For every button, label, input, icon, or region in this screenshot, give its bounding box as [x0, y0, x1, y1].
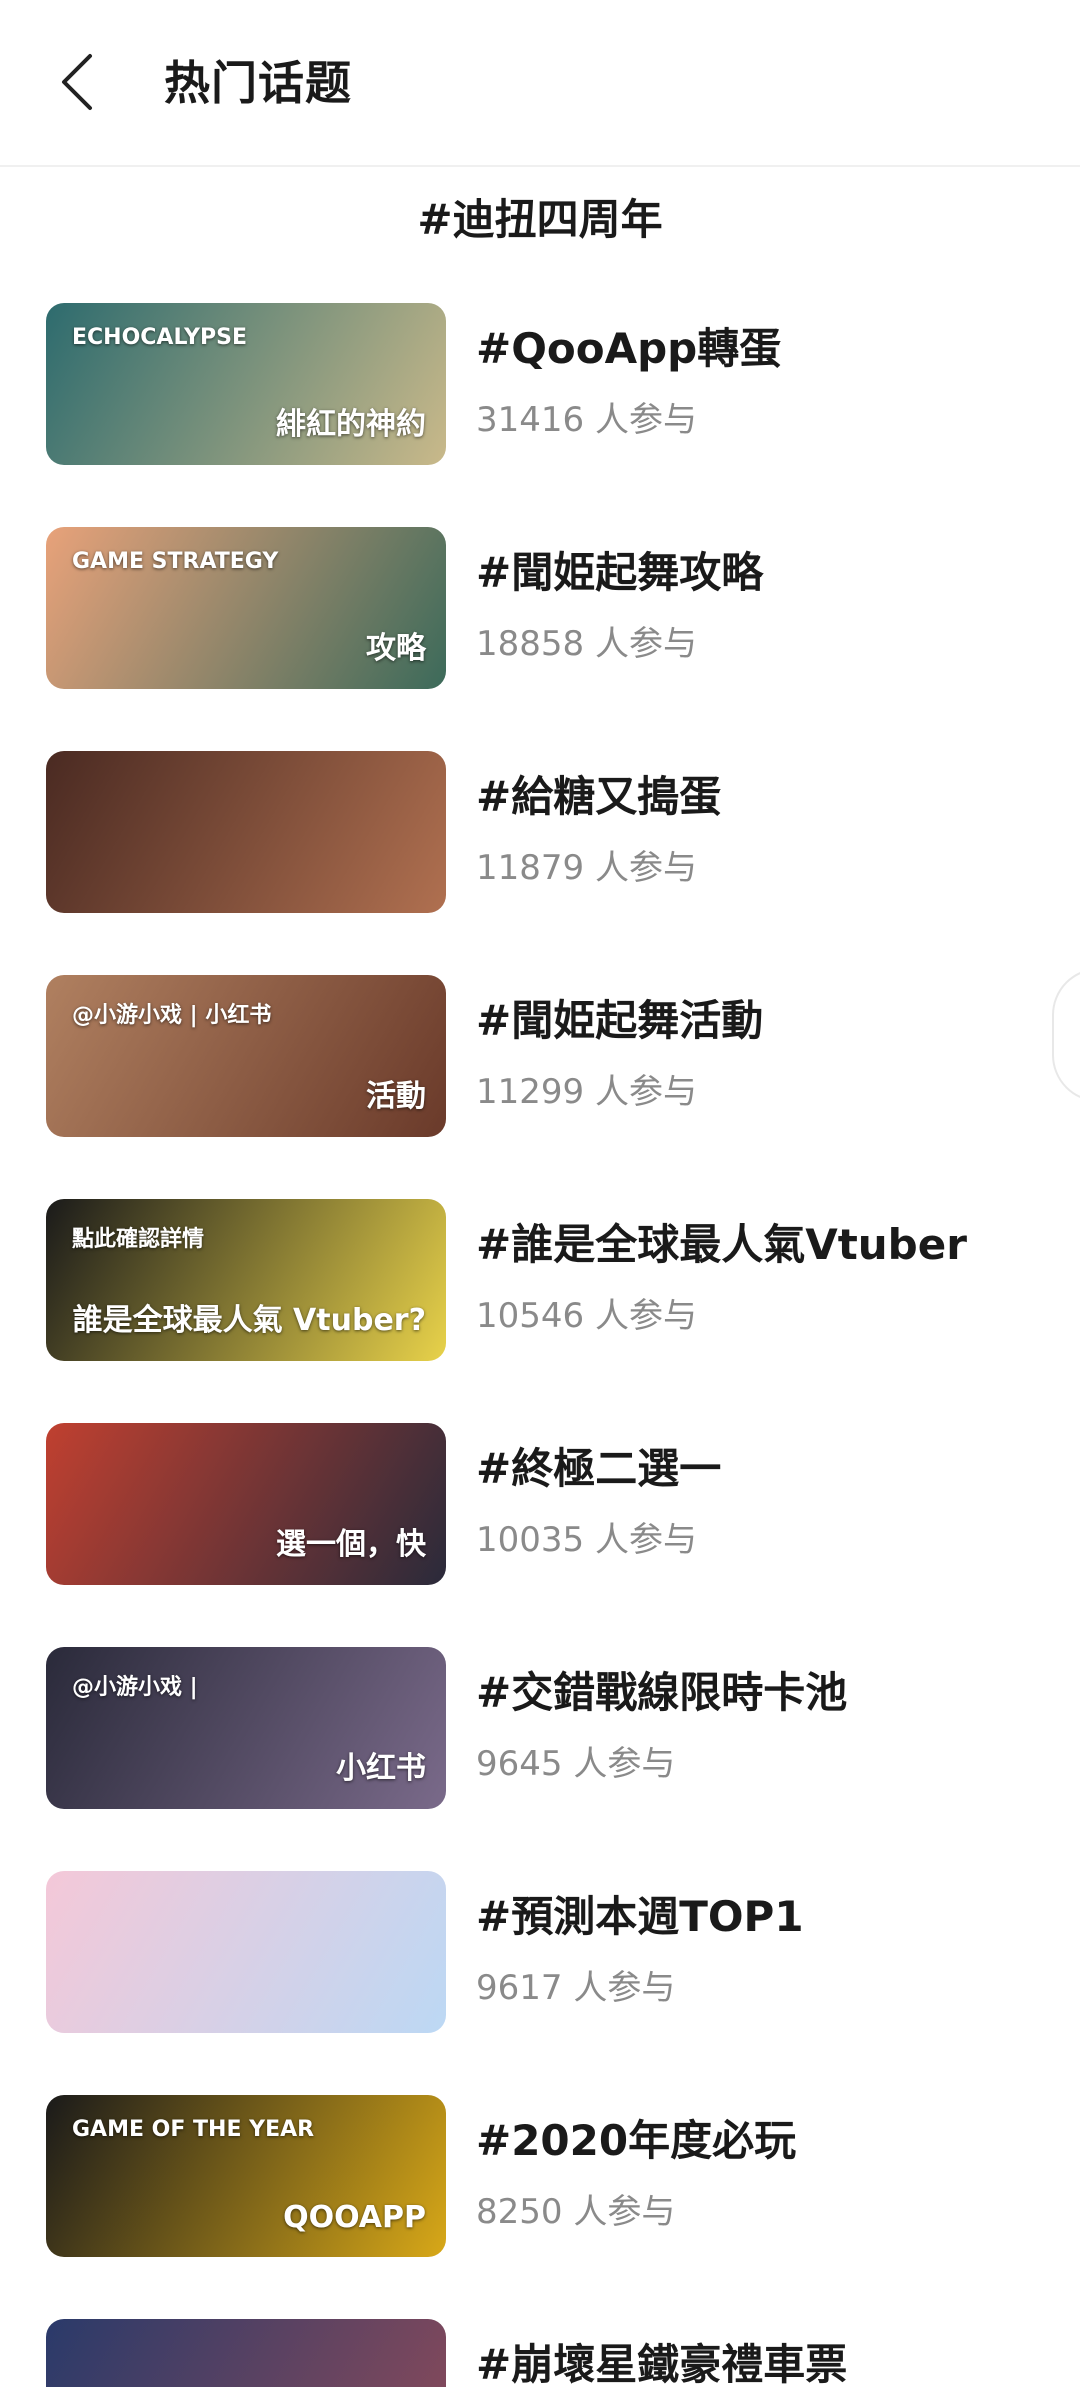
topic-list-item[interactable]: @小游小戏 | 小红书 #交錯戰線限時卡池 9645 人参与	[0, 1647, 1080, 1811]
topic-thumbnail[interactable]: 點此確認詳情誰是全球最人氣 Vtuber?	[46, 1199, 446, 1361]
thumbnail-subtext: 點此確認詳情	[72, 1227, 205, 1252]
back-button[interactable]	[46, 42, 118, 122]
thumbnail-caption: 緋紅的神約	[276, 407, 426, 442]
topic-thumbnail[interactable]: @小游小戏 | 小红书	[46, 1647, 446, 1809]
topic-thumbnail[interactable]	[46, 751, 446, 913]
topic-list-item[interactable]: ECHOCALYPSE 緋紅的神約 #QooApp轉蛋 31416 人参与	[0, 303, 1080, 467]
topic-list-item[interactable]: 選一個，快 #終極二選一 10035 人参与	[0, 1423, 1080, 1587]
top-bar: 热门话题	[0, 0, 1080, 167]
participant-count: 11879 人参与	[476, 848, 697, 888]
topic-thumbnail[interactable]	[46, 1871, 446, 2033]
participant-count: 10035 人参与	[476, 1520, 697, 1560]
topic-name: #QooApp轉蛋	[476, 324, 782, 373]
topic-name: #交錯戰線限時卡池	[476, 1668, 848, 1717]
topic-name: #給糖又搗蛋	[476, 772, 722, 821]
page-title: 热门话题	[164, 56, 352, 110]
topic-name: #崩壞星鐵豪禮車票	[476, 2340, 848, 2387]
participant-count: 8250 人参与	[476, 2192, 676, 2232]
thumbnail-subtext: GAME STRATEGY	[72, 549, 279, 574]
topic-name: #終極二選一	[476, 1444, 722, 1493]
topic-list-item[interactable]: GAME STRATEGY 攻略 #聞姫起舞攻略 18858 人参与	[0, 527, 1080, 691]
thumbnail-subtext: ECHOCALYPSE	[72, 325, 247, 350]
participant-count: 31416 人参与	[476, 400, 697, 440]
thumbnail-caption: 活動	[366, 1079, 426, 1114]
topic-thumbnail[interactable]	[46, 2319, 446, 2387]
topic-list-item[interactable]: #給糖又搗蛋 11879 人参与	[0, 751, 1080, 915]
topic-list-item[interactable]: GAME OF THE YEAR QOOAPP #2020年度必玩 8250 人参与	[0, 2095, 1080, 2259]
thumbnail-caption: QOOAPP	[283, 2200, 426, 2235]
section-title: #迪扭四周年	[417, 195, 663, 244]
topic-thumbnail[interactable]: GAME STRATEGY 攻略	[46, 527, 446, 689]
topic-list-item[interactable]: #預測本週TOP1 9617 人参与	[0, 1871, 1080, 2035]
participant-count: 9617 人参与	[476, 1968, 676, 2008]
topic-name: #聞姫起舞攻略	[476, 548, 764, 597]
hot-topics-screen: 热门话题 #迪扭四周年 ECHOCALYPSE 緋紅的神約 #QooApp轉蛋 314…	[0, 0, 1080, 2387]
topic-name: #誰是全球最人氣Vtuber	[476, 1220, 967, 1269]
topic-list-item[interactable]: #崩壞星鐵豪禮車票	[0, 2319, 1080, 2387]
thumbnail-caption: 誰是全球最人氣 Vtuber?	[72, 1303, 426, 1338]
thumbnail-subtext: @小游小戏 |	[72, 1675, 198, 1700]
thumbnail-caption: 小红书	[336, 1751, 426, 1786]
topic-thumbnail[interactable]: 選一個，快	[46, 1423, 446, 1585]
thumbnail-caption: 選一個，快	[276, 1527, 426, 1562]
topic-thumbnail[interactable]: ECHOCALYPSE 緋紅的神約	[46, 303, 446, 465]
participant-count: 11299 人参与	[476, 1072, 697, 1112]
topic-name: #2020年度必玩	[476, 2116, 797, 2165]
participant-count: 9645 人参与	[476, 1744, 676, 1784]
topic-name: #預測本週TOP1	[476, 1892, 804, 1941]
chevron-left-icon	[62, 54, 92, 110]
thumbnail-subtext: @小游小戏 | 小红书	[72, 1003, 272, 1028]
participant-count: 18858 人参与	[476, 624, 697, 664]
topic-name: #聞姫起舞活動	[476, 996, 764, 1045]
topic-thumbnail[interactable]: GAME OF THE YEAR QOOAPP	[46, 2095, 446, 2257]
topic-thumbnail[interactable]: @小游小戏 | 小红书活動	[46, 975, 446, 1137]
topic-list-item[interactable]: @小游小戏 | 小红书活動 #聞姫起舞活動 11299 人参与	[0, 975, 1080, 1139]
thumbnail-subtext: GAME OF THE YEAR	[72, 2117, 315, 2142]
thumbnail-caption: 攻略	[366, 631, 426, 666]
topic-list-item[interactable]: 點此確認詳情誰是全球最人氣 Vtuber? #誰是全球最人氣Vtuber 10546…	[0, 1199, 1080, 1363]
participant-count: 10546 人参与	[476, 1296, 697, 1336]
